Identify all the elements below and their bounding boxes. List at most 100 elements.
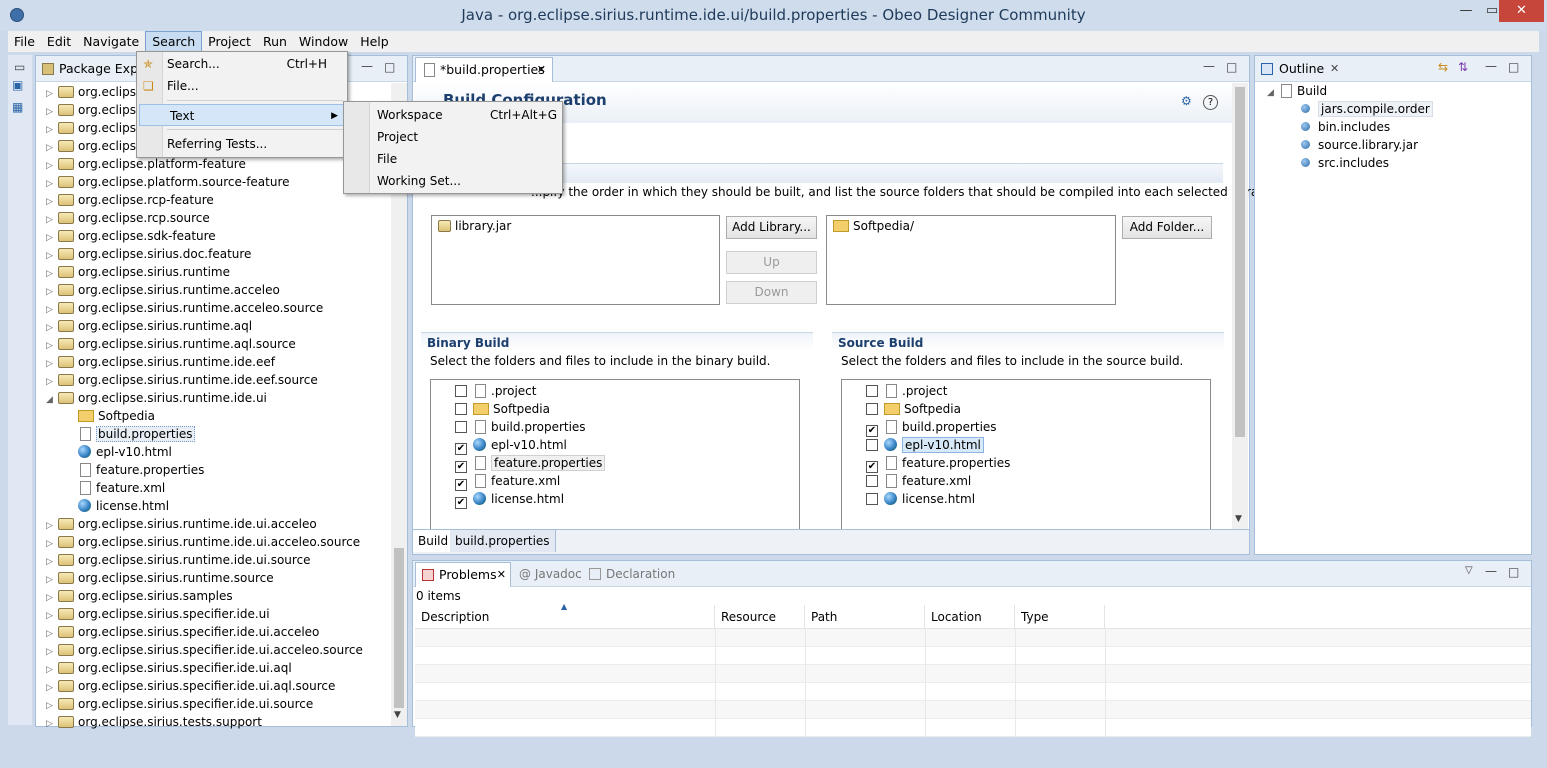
restore-icon[interactable]: ▭ [14,60,25,74]
menu-edit[interactable]: Edit [41,31,77,52]
tree-item-project[interactable]: ▷ org.eclipse.sirius.runtime.aql.source [46,335,296,353]
close-icon[interactable]: ✕ [497,563,506,587]
minimize-icon[interactable]: — [1485,59,1497,73]
maximize-icon[interactable]: □ [1508,60,1519,74]
tree-item-project[interactable]: ▷ org.eclipse [46,137,143,155]
menu-item-text[interactable]: Text ▶ [139,104,345,126]
checkbox-tree-item[interactable]: .project [455,382,536,400]
minimize-icon[interactable]: — [1485,564,1497,578]
menu-item-referring-tests[interactable]: Referring Tests... [167,133,345,155]
menu-file[interactable]: File [8,31,41,52]
tree-item-project[interactable]: ◢ org.eclipse.sirius.runtime.ide.ui [46,389,267,407]
collapse-icon[interactable]: ◢ [46,391,58,409]
outline-item[interactable]: jars.compile.order [1301,100,1433,118]
add-folder-button[interactable]: Add Folder... [1122,216,1212,239]
menu-search[interactable]: Search [145,31,203,52]
collapse-icon[interactable]: ◢ [1267,84,1279,102]
scroll-down-icon[interactable]: ▼ [1235,514,1242,524]
tree-item-project[interactable]: ▷ org.eclipse.sirius.runtime [46,263,230,281]
scroll-down-icon[interactable]: ▼ [394,710,401,720]
checkbox-tree-item[interactable]: ✔ license.html [455,490,564,509]
tree-item-project[interactable]: ▷ org.eclipse.sirius.runtime.ide.eef.sour… [46,371,318,389]
debug-perspective-icon[interactable]: ▦ [12,100,23,114]
tree-item-project[interactable]: ▷ org.eclipse.sirius.specifier.ide.ui.acc… [46,641,363,659]
close-icon[interactable]: ✕ [1499,0,1544,22]
tree-item-project[interactable]: ▷ org.eclipse.sirius.doc.feature [46,245,251,263]
tab-build-properties[interactable]: build.properties [450,530,556,552]
binary-build-tree[interactable]: .project Softpedia build.properties ✔ epl-v1… [430,379,800,531]
tree-item-project[interactable]: ▷ org.eclipse.sirius.specifier.ide.ui [46,605,270,623]
tree-item-project[interactable]: ▷ org.eclipse [46,119,143,137]
tree-item-file[interactable]: license.html [78,497,169,515]
tree-item-project[interactable]: ▷ org.eclipse.sirius.specifier.ide.ui.sou… [46,695,313,713]
menu-item-file[interactable]: File... [167,75,345,97]
tree-item-project[interactable]: ▷ org.eclipse [46,101,143,119]
checkbox[interactable] [866,403,878,415]
submenu-item-working-set[interactable]: Working Set... [377,170,559,192]
submenu-item-project[interactable]: Project [377,126,559,148]
outline-root[interactable]: ◢ Build [1267,82,1327,100]
submenu-item-workspace[interactable]: Workspace Ctrl+Alt+G [377,104,559,126]
checkbox[interactable] [455,403,467,415]
tab-build[interactable]: Build [413,530,455,552]
tree-item-project[interactable]: ▷ org.eclipse.sirius.runtime.ide.eef [46,353,275,371]
checkbox[interactable] [866,493,878,505]
tree-item-file[interactable]: build.properties [78,425,195,443]
folder-list[interactable]: Softpedia/ [826,215,1116,305]
column-location[interactable]: Location [925,605,1015,629]
help-icon[interactable]: ? [1203,95,1218,110]
tree-item-project[interactable]: ▷ org.eclipse [46,83,143,101]
tree-item-project[interactable]: ▷ org.eclipse.sirius.specifier.ide.ui.acc… [46,623,319,641]
menu-run[interactable]: Run [257,31,293,52]
checkbox-tree-item[interactable]: ✔ feature.xml [455,472,560,491]
tab-problems[interactable]: Problems ✕ [415,562,511,587]
checkbox[interactable] [866,385,878,397]
tree-item-project[interactable]: ▷ org.eclipse.platform.source-feature [46,173,290,191]
down-button[interactable]: Down [726,281,817,304]
view-menu-icon[interactable]: ▽ [1465,565,1473,576]
checkbox-tree-item[interactable]: epl-v10.html [866,436,984,454]
minimize-icon[interactable]: — [361,59,373,73]
close-icon[interactable]: ✕ [537,58,546,82]
tree-item-project[interactable]: ▷ org.eclipse.sirius.runtime.aql [46,317,252,335]
tree-item-file[interactable]: feature.xml [78,479,165,497]
folder-item[interactable]: Softpedia/ [833,219,914,233]
source-build-tree[interactable]: .project Softpedia ✔ build.properties epl-v1… [841,379,1211,531]
tree-item-project[interactable]: ▷ org.eclipse.sirius.specifier.ide.ui.aql… [46,677,335,695]
maximize-icon[interactable]: □ [1508,565,1519,579]
outline-tab[interactable]: Outline [1279,61,1324,76]
checkbox-tree-item[interactable]: Softpedia [455,400,550,418]
expand-icon[interactable]: ▷ [46,715,58,733]
tree-item-file[interactable]: epl-v10.html [78,443,172,461]
close-icon[interactable]: ✕ [1330,62,1339,75]
checkbox-tree-item[interactable]: ✔ build.properties [866,418,997,437]
sync-icon[interactable]: ⇆ [1438,60,1448,74]
sort-icon[interactable]: ⇅ [1458,60,1468,74]
library-item[interactable]: library.jar [438,219,511,233]
problems-table[interactable]: Description ▲ Resource Path Location Typ… [415,602,1531,737]
editor-tab[interactable]: *build.properties ✕ [415,57,553,82]
checkbox-tree-item[interactable]: Softpedia [866,400,961,418]
tree-item-project[interactable]: ▷ org.eclipse.rcp.source [46,209,210,227]
editor-scrollbar[interactable]: ▼ [1232,83,1248,529]
checkbox-tree-item[interactable]: ✔ feature.properties [455,454,606,473]
menu-window[interactable]: Window [293,31,354,52]
checkbox[interactable] [866,475,878,487]
checkbox[interactable] [455,385,467,397]
tree-item-project[interactable]: ▷ org.eclipse.rcp-feature [46,191,214,209]
column-path[interactable]: Path [805,605,925,629]
tab-javadoc[interactable]: @ Javadoc [519,567,582,581]
build-icon[interactable]: ⚙ [1181,94,1192,108]
checkbox-tree-item[interactable]: feature.xml [866,472,971,490]
menu-project[interactable]: Project [202,31,257,52]
tree-item-project[interactable]: ▷ org.eclipse.sirius.specifier.ide.ui.aql [46,659,292,677]
outline-item[interactable]: src.includes [1301,154,1389,172]
checkbox-tree-item[interactable]: .project [866,382,947,400]
library-list[interactable]: library.jar [431,215,720,305]
checkbox[interactable] [455,421,467,433]
tree-item-file[interactable]: Softpedia [78,407,155,425]
up-button[interactable]: Up [726,251,817,274]
menu-help[interactable]: Help [354,31,395,52]
checkbox[interactable]: ✔ [455,497,467,509]
minimize-icon[interactable]: — [1203,59,1215,73]
